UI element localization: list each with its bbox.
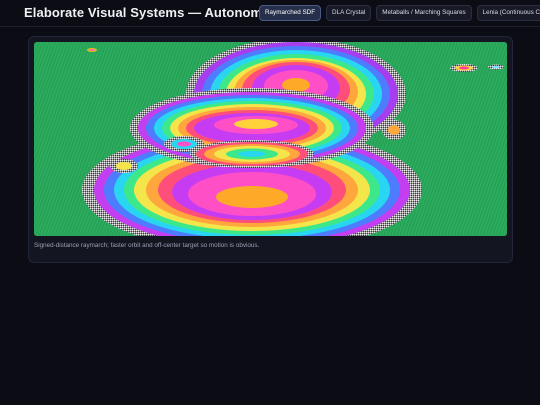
visual-panel: Signed-distance raymarch; faster orbit a…: [28, 36, 513, 263]
app-header: Elaborate Visual Systems — Autonomous Ra…: [0, 0, 540, 27]
render-caption: Signed-distance raymarch; faster orbit a…: [34, 242, 260, 249]
render-canvas[interactable]: [34, 42, 507, 236]
tab-metaballs[interactable]: Metaballs / Marching Squares: [376, 5, 472, 21]
sdf-inner: [190, 140, 314, 168]
page-title: Elaborate Visual Systems — Autonomous: [24, 5, 286, 20]
tab-dla-crystal[interactable]: DLA Crystal: [326, 5, 372, 21]
tab-lenia[interactable]: Lenia (Continuous CA): [476, 5, 540, 21]
visualization-tabs: Raymarched SDF DLA Crystal Metaballs / M…: [259, 5, 540, 21]
sdf-render: [34, 42, 507, 236]
tab-raymarched-sdf[interactable]: Raymarched SDF: [259, 5, 322, 21]
